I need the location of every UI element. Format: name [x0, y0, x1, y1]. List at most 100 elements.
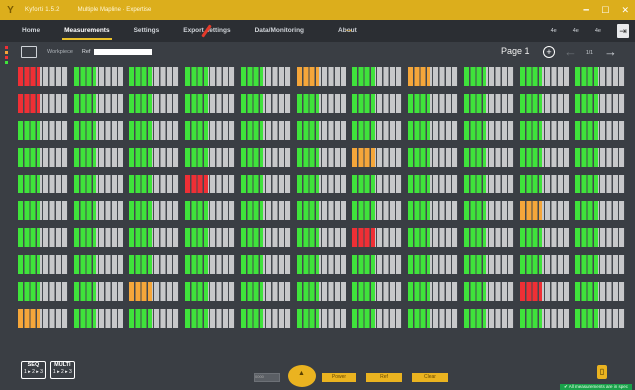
measurement-cell[interactable] — [18, 120, 68, 140]
measurement-cell[interactable] — [352, 67, 403, 86]
measurement-cell[interactable] — [73, 93, 124, 113]
measurement-cell[interactable] — [296, 147, 347, 167]
clear-button[interactable]: Clear — [412, 372, 448, 382]
add-page-icon[interactable]: + — [543, 46, 555, 58]
measurement-cell[interactable] — [18, 93, 68, 113]
measurement-cell[interactable] — [352, 255, 403, 275]
measurement-cell[interactable] — [463, 282, 514, 302]
measurement-cell[interactable] — [463, 309, 514, 328]
measurement-cell[interactable] — [185, 120, 235, 140]
next-page-icon[interactable]: → — [604, 44, 617, 59]
measurement-cell[interactable] — [296, 120, 347, 140]
measurement-cell[interactable] — [240, 255, 291, 275]
measurement-cell[interactable] — [352, 228, 403, 248]
measurement-cell[interactable] — [240, 201, 291, 221]
measurement-cell[interactable] — [352, 282, 403, 302]
menu-right-item-1[interactable]: 4e — [551, 28, 557, 34]
measurement-cell[interactable] — [296, 93, 347, 113]
measurement-cell[interactable] — [352, 147, 403, 167]
measurement-cell[interactable] — [352, 174, 403, 194]
measurement-cell[interactable] — [73, 67, 124, 86]
measurement-cell[interactable] — [240, 282, 291, 302]
measurement-cell[interactable] — [575, 282, 625, 302]
measurement-cell[interactable] — [408, 67, 458, 86]
measurement-cell[interactable] — [519, 309, 570, 328]
menu-data-monitoring[interactable]: Data/Monitoring — [243, 20, 316, 42]
measurement-cell[interactable] — [240, 147, 291, 167]
measurement-cell[interactable] — [185, 201, 235, 221]
measurement-cell[interactable] — [519, 174, 570, 194]
measurement-cell[interactable] — [240, 228, 291, 248]
measurement-cell[interactable] — [575, 174, 625, 194]
measurement-cell[interactable] — [408, 147, 458, 167]
menu-measurements[interactable]: Measurements — [52, 20, 122, 42]
measurement-cell[interactable] — [240, 93, 291, 113]
measurement-cell[interactable] — [296, 255, 347, 275]
measurement-cell[interactable] — [129, 309, 180, 328]
measurement-cell[interactable] — [463, 228, 514, 248]
measurement-cell[interactable] — [575, 201, 625, 221]
measurement-cell[interactable] — [185, 67, 235, 86]
measurement-cell[interactable] — [129, 201, 180, 221]
measurement-cell[interactable] — [463, 93, 514, 113]
measurement-cell[interactable] — [18, 147, 68, 167]
measurement-cell[interactable] — [185, 228, 235, 248]
prev-page-icon[interactable]: ← — [564, 44, 577, 59]
measurement-cell[interactable] — [296, 309, 347, 328]
exit-icon[interactable]: ⇥ — [617, 24, 629, 38]
maximize-icon[interactable]: ☐ — [601, 5, 609, 16]
measurement-cell[interactable] — [575, 255, 625, 275]
measurement-cell[interactable] — [73, 282, 124, 302]
measurement-cell[interactable] — [575, 120, 625, 140]
menu-right-item-3[interactable]: 4e — [595, 28, 601, 34]
start-button[interactable]: ▲ — [288, 365, 316, 387]
measurement-cell[interactable] — [129, 174, 180, 194]
measurement-cell[interactable] — [73, 228, 124, 248]
measurement-cell[interactable] — [352, 93, 403, 113]
menu-right-item-2[interactable]: 4e — [573, 28, 579, 34]
measurement-cell[interactable] — [185, 309, 235, 328]
measurement-cell[interactable] — [185, 147, 235, 167]
multi-mode-button[interactable]: MULTI 1 ▸ 2 ▸ 3 — [49, 361, 75, 379]
measurement-cell[interactable] — [18, 201, 68, 221]
measurement-cell[interactable] — [519, 67, 570, 86]
measurement-cell[interactable] — [240, 67, 291, 86]
measurement-cell[interactable] — [185, 255, 235, 275]
measurement-cell[interactable] — [129, 120, 180, 140]
measurement-cell[interactable] — [463, 120, 514, 140]
measurement-cell[interactable] — [519, 147, 570, 167]
measurement-cell[interactable] — [73, 120, 124, 140]
measurement-cell[interactable] — [73, 201, 124, 221]
ref-input[interactable] — [94, 49, 153, 55]
measurement-cell[interactable] — [408, 228, 458, 248]
measurement-cell[interactable] — [296, 201, 347, 221]
power-button[interactable]: Power — [322, 372, 356, 382]
measurement-cell[interactable] — [408, 174, 458, 194]
measurement-cell[interactable] — [18, 309, 68, 328]
measurement-cell[interactable] — [352, 120, 403, 140]
measurement-cell[interactable] — [296, 67, 347, 86]
measurement-cell[interactable] — [129, 282, 180, 302]
measurement-cell[interactable] — [129, 147, 180, 167]
measurement-cell[interactable] — [185, 93, 235, 113]
close-icon[interactable]: ✕ — [621, 5, 629, 16]
menu-home[interactable]: Home — [10, 20, 52, 42]
measurement-cell[interactable] — [129, 228, 180, 248]
measurement-cell[interactable] — [296, 282, 347, 302]
device-icon[interactable]: ▯ — [597, 365, 607, 379]
seq-mode-button[interactable]: SEQ 1 ▸ 2 ▸ 3 — [21, 361, 46, 379]
measurement-cell[interactable] — [519, 255, 570, 275]
measurement-cell[interactable] — [519, 282, 570, 302]
measurement-cell[interactable] — [296, 228, 347, 248]
measurement-cell[interactable] — [296, 174, 347, 194]
measurement-cell[interactable] — [408, 255, 458, 275]
measurement-cell[interactable] — [463, 174, 514, 194]
measurement-cell[interactable] — [408, 201, 458, 221]
measurement-cell[interactable] — [352, 201, 403, 221]
measurement-cell[interactable] — [463, 255, 514, 275]
measurement-cell[interactable] — [352, 309, 403, 328]
measurement-cell[interactable] — [575, 309, 625, 328]
measurement-cell[interactable] — [408, 282, 458, 302]
measurement-cell[interactable] — [73, 255, 124, 275]
measurement-cell[interactable] — [519, 201, 570, 221]
